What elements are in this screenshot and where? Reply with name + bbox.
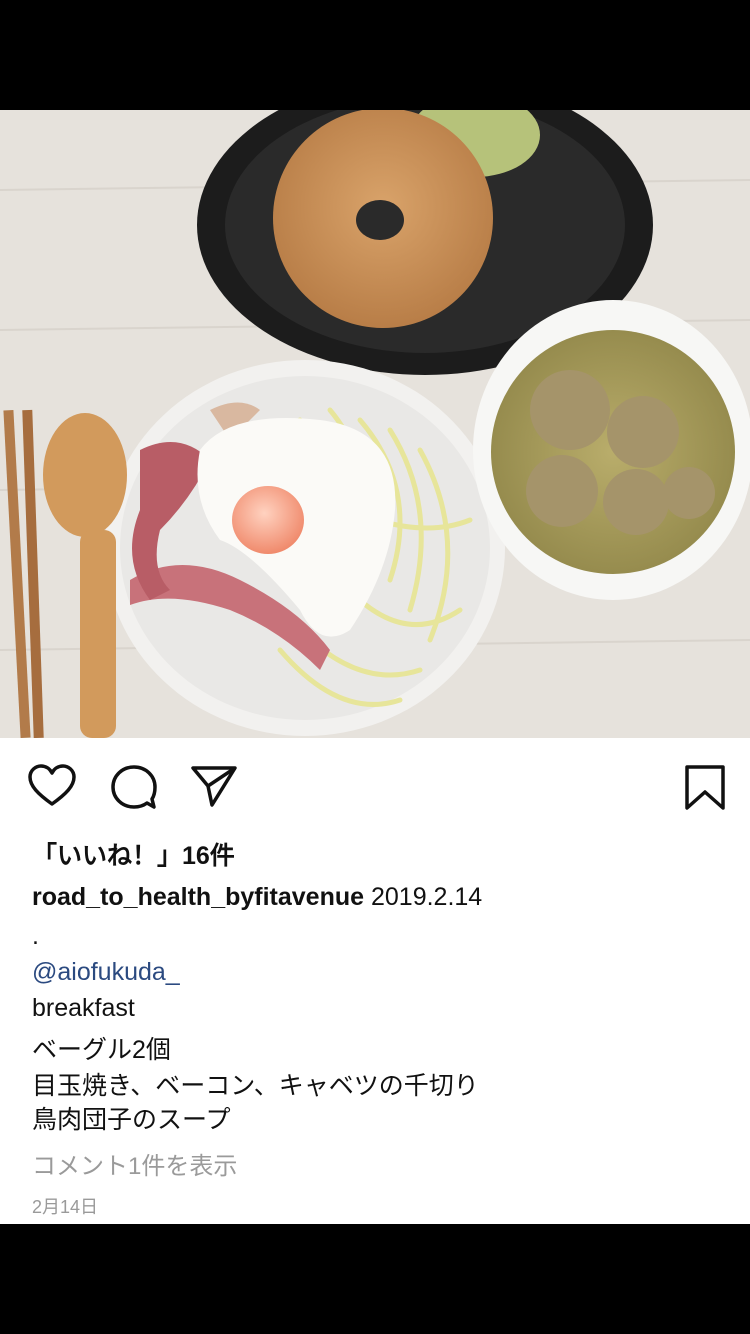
paper-plane-icon[interactable] [190,764,238,808]
username-link[interactable]: road_to_health_byfitavenue [32,883,364,911]
comment-icon[interactable] [110,764,158,810]
mention-link[interactable]: @aiofukuda_ [32,958,180,987]
caption-line-soup: 鳥肉団子のスープ [32,1106,231,1134]
view-comments-link[interactable]: コメント1件を表示 [32,1146,237,1181]
top-black-bar [0,0,750,110]
caption-date: 2019.2.14 [370,883,483,911]
post-date: 2月14日 [32,1197,99,1217]
bottom-black-bar [0,1224,750,1334]
caption-line-bagel: ベーグル2個 [32,1036,171,1064]
caption-header: road_to_health_byfitavenue 2019.2.14 [32,883,482,912]
caption-line-dot: . [32,922,39,950]
caption-line-breakfast: breakfast [32,994,135,1022]
caption-line-egg: 目玉焼き、ベーコン、キャベツの千切り [32,1072,479,1100]
bookmark-icon[interactable] [684,764,726,812]
post-photo[interactable] [0,110,750,738]
heart-icon[interactable] [28,764,76,808]
breakfast-photo-illustration [0,110,750,738]
likes-count[interactable]: 「いいね！」16件 [32,836,235,872]
